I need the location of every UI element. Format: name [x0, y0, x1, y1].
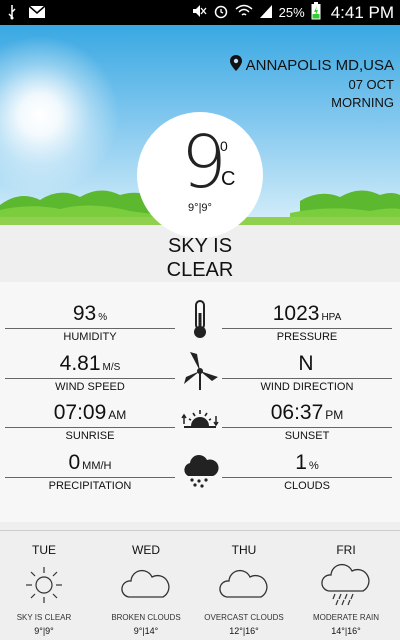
- usb-icon: [6, 4, 18, 25]
- wind-speed-value: 4.81: [59, 352, 101, 375]
- sunset-value: 06:37: [270, 401, 324, 424]
- location-date: 07 OCT: [348, 77, 394, 92]
- current-temperature-circle: 9 0 C 9°|9°: [137, 112, 263, 238]
- sunrise-unit: AM: [108, 408, 127, 422]
- signal-icon: [259, 3, 273, 22]
- current-temp-degree: 0: [220, 138, 228, 154]
- forecast-desc: BROKEN CLOUDS: [111, 613, 181, 622]
- clock: 4:41 PM: [330, 2, 394, 22]
- divider: [222, 427, 392, 428]
- divider: [5, 477, 175, 478]
- divider: [5, 328, 175, 329]
- thermometer-icon: [180, 299, 220, 339]
- precipitation-unit: MM/H: [82, 460, 112, 472]
- divider: [5, 378, 175, 379]
- wind-turbine-icon: [180, 350, 220, 390]
- wifi-icon: [235, 3, 253, 22]
- humidity-stat: 93% HUMIDITY: [5, 302, 175, 343]
- cloud-icon: [194, 563, 294, 607]
- mail-icon: [28, 5, 46, 24]
- forecast-day[interactable]: THU OVERCAST CLOUDS 12°|16°: [194, 543, 294, 636]
- divider: [222, 328, 392, 329]
- sunrise-value: 07:09: [53, 401, 107, 424]
- wind-speed-stat: 4.81 M/S WIND SPEED: [5, 352, 175, 393]
- forecast-day-name: TUE: [32, 543, 56, 557]
- clouds-value: 1: [295, 451, 307, 474]
- sunset-stat: 06:37 PM SUNSET: [222, 401, 392, 442]
- forecast-desc: OVERCAST CLOUDS: [204, 613, 284, 622]
- humidity-unit: %: [98, 312, 108, 323]
- forecast-range: 9°|9°: [34, 626, 54, 636]
- sunset-unit: PM: [325, 408, 344, 422]
- wind-direction-stat: N WIND DIRECTION: [222, 352, 392, 393]
- forecast-desc: SKY IS CLEAR: [16, 613, 72, 622]
- forecast-day[interactable]: FRI MODERATE RAIN 14°|16°: [296, 543, 396, 636]
- clouds-label: CLOUDS: [284, 480, 330, 492]
- pressure-label: PRESSURE: [276, 331, 338, 343]
- mute-icon: [191, 3, 207, 22]
- divider: [5, 427, 175, 428]
- rain-cloud-icon: [296, 563, 396, 607]
- location-period: MORNING: [331, 95, 394, 110]
- rain-cloud-icon: [180, 450, 220, 490]
- divider: [222, 378, 392, 379]
- condition-line-1: SKY IS: [167, 235, 233, 257]
- pressure-stat: 1023 HPA PRESSURE: [222, 302, 392, 343]
- pressure-value: 1023: [272, 302, 320, 325]
- sunset-label: SUNSET: [284, 430, 330, 442]
- wind-direction-value: N: [298, 352, 314, 375]
- wind-direction-label: WIND DIRECTION: [260, 381, 354, 393]
- location-pin-icon: [229, 55, 242, 76]
- forecast-range: 12°|16°: [229, 626, 259, 636]
- cloud-icon: [96, 563, 196, 607]
- forecast-desc: MODERATE RAIN: [312, 613, 380, 622]
- status-bar: 25% 4:41 PM: [0, 0, 400, 25]
- current-temp-value: 9: [181, 120, 227, 204]
- forecast-divider: [0, 530, 400, 531]
- forecast-day-name: THU: [231, 543, 257, 557]
- sun-icon: [0, 563, 94, 607]
- forecast-day[interactable]: WED BROKEN CLOUDS 9°|14°: [96, 543, 196, 636]
- pressure-unit: HPA: [321, 312, 342, 323]
- current-temp-range: 9°|9°: [188, 202, 212, 214]
- alarm-icon: [213, 3, 229, 22]
- sunrise-label: SUNRISE: [65, 430, 115, 442]
- wind-speed-unit: M/S: [102, 362, 121, 373]
- battery-charging-icon: [311, 2, 321, 23]
- forecast-day-name: WED: [132, 543, 160, 557]
- clouds-unit: %: [308, 460, 319, 472]
- battery-percent: 25%: [278, 5, 305, 20]
- sunrise-stat: 07:09 AM SUNRISE: [5, 401, 175, 442]
- location-block: ANNAPOLIS MD,USA 07 OCT MORNING: [229, 55, 394, 112]
- forecast-day[interactable]: TUE SKY IS CLEAR 9°|9°: [0, 543, 94, 636]
- sunrise-sunset-icon: [180, 404, 220, 444]
- condition-line-2: CLEAR: [166, 259, 234, 281]
- humidity-value: 93: [72, 302, 97, 325]
- precipitation-value: 0: [68, 451, 81, 474]
- current-condition: SKY IS CLEAR: [0, 234, 400, 282]
- wind-speed-label: WIND SPEED: [55, 381, 125, 393]
- precipitation-label: PRECIPITATION: [48, 480, 132, 492]
- current-temp-unit: C: [221, 168, 236, 190]
- forecast-day-name: FRI: [336, 543, 356, 557]
- forecast-range: 14°|16°: [331, 626, 361, 636]
- location-city[interactable]: ANNAPOLIS MD,USA: [246, 57, 394, 75]
- divider: [222, 477, 392, 478]
- humidity-label: HUMIDITY: [63, 331, 117, 343]
- clouds-stat: 1% CLOUDS: [222, 451, 392, 492]
- forecast-range: 9°|14°: [133, 626, 159, 636]
- precipitation-stat: 0 MM/H PRECIPITATION: [5, 451, 175, 492]
